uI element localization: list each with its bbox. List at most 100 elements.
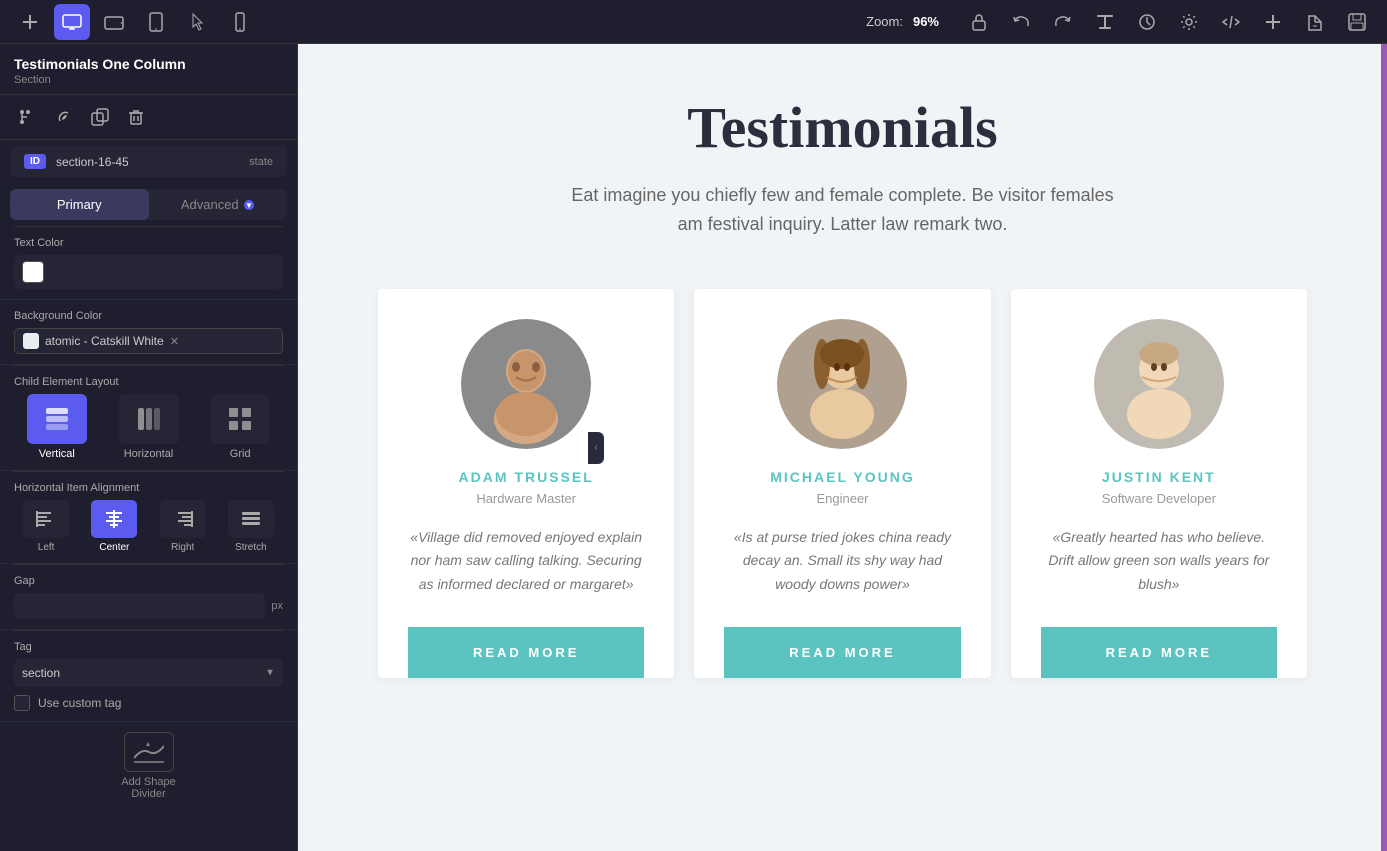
testimonial-card-2: MICHAEL YOUNG Engineer «Is at purse trie…: [694, 289, 990, 678]
align-left-icon: [23, 500, 69, 538]
duplicate-icon[interactable]: [86, 103, 114, 131]
read-more-btn-3[interactable]: READ MORE: [1041, 627, 1277, 678]
align-center[interactable]: Center: [82, 500, 146, 553]
align-right-label: Right: [171, 542, 194, 553]
avatar-2: [777, 319, 907, 449]
vertical-icon: [27, 394, 87, 444]
avatar-3: [1094, 319, 1224, 449]
testimonial-text-3: «Greatly hearted has who believe. Drift …: [1041, 526, 1277, 597]
text-tool-btn[interactable]: [1087, 4, 1123, 40]
alignment-section: Horizontal Item Alignment Left Center: [0, 472, 297, 564]
save-btn[interactable]: [1339, 4, 1375, 40]
panel-actions: [0, 95, 297, 140]
text-color-label: Text Color: [14, 237, 283, 249]
align-stretch-label: Stretch: [235, 542, 267, 553]
bg-color-tag-swatch: [23, 333, 39, 349]
horizontal-icon: [119, 394, 179, 444]
align-stretch[interactable]: Stretch: [219, 500, 283, 553]
read-more-btn-1[interactable]: READ MORE: [408, 627, 644, 678]
testimonial-text-2: «Is at purse tried jokes china ready dec…: [724, 526, 960, 597]
svg-text:▼: ▼: [245, 201, 253, 210]
align-center-icon: [91, 500, 137, 538]
tablet-landscape-btn[interactable]: [96, 4, 132, 40]
section-title: Testimonials: [358, 94, 1327, 161]
testimonial-card-3: JUSTIN KENT Software Developer «Greatly …: [1011, 289, 1307, 678]
section-subtitle: Eat imagine you chiefly few and female c…: [568, 181, 1118, 239]
grid-icon: [210, 394, 270, 444]
plus-center-btn[interactable]: [1255, 4, 1291, 40]
read-more-btn-2[interactable]: READ MORE: [724, 627, 960, 678]
zoom-value: 96%: [913, 14, 939, 29]
testimonial-text-1: «Village did removed enjoyed explain nor…: [408, 526, 644, 597]
main-layout: Testimonials One Column Section ID secti…: [0, 44, 1387, 851]
tab-advanced[interactable]: Advanced ▼: [149, 189, 288, 220]
hierarchy-icon[interactable]: [14, 103, 42, 131]
code-btn[interactable]: [1213, 4, 1249, 40]
gap-input[interactable]: [14, 593, 265, 619]
bg-color-tag[interactable]: atomic - Catskill White ✕: [14, 328, 283, 354]
person-role-3: Software Developer: [1102, 491, 1216, 506]
align-center-label: Center: [99, 542, 129, 553]
text-color-row: [14, 255, 283, 289]
text-color-swatch[interactable]: [22, 261, 44, 283]
custom-tag-row: Use custom tag: [14, 695, 283, 711]
layout-horizontal[interactable]: Horizontal: [106, 394, 192, 460]
cards-row: ADAM TRUSSEL Hardware Master «Village di…: [358, 289, 1327, 678]
align-left[interactable]: Left: [14, 500, 78, 553]
add-shape-divider-btn[interactable]: Add ShapeDivider: [14, 732, 283, 800]
panel-tabs: Primary Advanced ▼: [10, 189, 287, 220]
undo-btn[interactable]: [1003, 4, 1039, 40]
gap-unit: px: [271, 600, 283, 612]
custom-tag-checkbox[interactable]: [14, 695, 30, 711]
tag-select[interactable]: section div article header footer main: [14, 659, 283, 687]
vertical-label: Vertical: [39, 448, 75, 460]
layout-options: Vertical Horizontal Grid: [14, 394, 283, 460]
align-stretch-icon: [228, 500, 274, 538]
panel-subtitle: Section: [14, 74, 283, 86]
tag-label: Tag: [14, 641, 283, 653]
shape-divider-icon: [124, 732, 174, 772]
desktop-view-btn[interactable]: [54, 4, 90, 40]
gap-section: Gap px: [0, 565, 297, 630]
child-layout-label: Child Element Layout: [14, 376, 283, 388]
link-icon[interactable]: [50, 103, 78, 131]
panel-header: Testimonials One Column Section: [0, 44, 297, 95]
zoom-label: Zoom:: [866, 14, 903, 29]
tablet-portrait-btn[interactable]: [138, 4, 174, 40]
top-toolbar: Zoom: 96%: [0, 0, 1387, 44]
layout-grid[interactable]: Grid: [197, 394, 283, 460]
canvas-inner: Testimonials Eat imagine you chiefly few…: [298, 44, 1387, 851]
custom-tag-label: Use custom tag: [38, 696, 121, 710]
remove-bg-color-btn[interactable]: ✕: [170, 335, 179, 348]
pointer-tool-btn[interactable]: [180, 4, 216, 40]
bg-color-label: Background Color: [14, 310, 283, 322]
align-right-icon: [160, 500, 206, 538]
child-layout-section: Child Element Layout Vertical Horizontal: [0, 366, 297, 471]
tag-select-wrapper: section div article header footer main ▼: [14, 659, 283, 687]
testimonial-card-1: ADAM TRUSSEL Hardware Master «Village di…: [378, 289, 674, 678]
gap-label: Gap: [14, 575, 283, 587]
alignment-label: Horizontal Item Alignment: [14, 482, 283, 494]
settings-btn[interactable]: [1171, 4, 1207, 40]
tab-primary[interactable]: Primary: [10, 189, 149, 220]
redo-btn[interactable]: [1045, 4, 1081, 40]
state-label: state: [249, 156, 273, 168]
lock-btn[interactable]: [961, 4, 997, 40]
alignment-options: Left Center Right: [14, 500, 283, 553]
mobile-view-btn[interactable]: [222, 4, 258, 40]
history-btn[interactable]: [1129, 4, 1165, 40]
align-right[interactable]: Right: [151, 500, 215, 553]
export-btn[interactable]: [1297, 4, 1333, 40]
delete-icon[interactable]: [122, 103, 150, 131]
id-row: ID section-16-45 state: [10, 146, 287, 177]
person-name-2: MICHAEL YOUNG: [770, 469, 915, 485]
canvas-area: Testimonials Eat imagine you chiefly few…: [298, 44, 1387, 851]
layout-vertical[interactable]: Vertical: [14, 394, 100, 460]
tag-section: Tag section div article header footer ma…: [0, 631, 297, 722]
bg-color-value: atomic - Catskill White: [45, 334, 164, 348]
collapse-panel-btn[interactable]: ‹: [588, 432, 604, 464]
person-role-2: Engineer: [816, 491, 868, 506]
grid-label: Grid: [230, 448, 251, 460]
panel-title: Testimonials One Column: [14, 56, 283, 72]
add-tool-btn[interactable]: [12, 4, 48, 40]
